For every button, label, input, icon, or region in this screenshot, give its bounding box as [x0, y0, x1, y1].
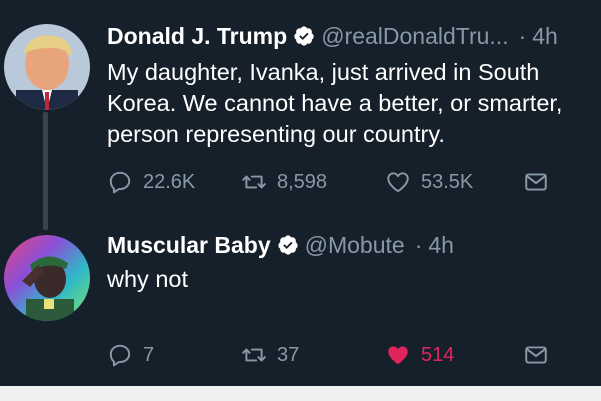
direct-message-icon — [525, 346, 547, 364]
verified-badge-icon — [293, 25, 315, 47]
reply-icon — [109, 344, 131, 367]
retweet-count: 8,598 — [277, 170, 328, 193]
tweet-actions: 22.6K 8,598 53.5K — [107, 168, 567, 196]
tweet-thread: Donald J. Trump @realDonaldTru... · 4h M… — [0, 0, 601, 386]
like-button[interactable]: 53.5K — [385, 168, 473, 196]
handle[interactable]: @realDonaldTru... — [321, 23, 508, 50]
direct-message-icon — [525, 173, 547, 191]
retweet-count: 37 — [277, 343, 300, 366]
tweet-text: why not — [107, 264, 188, 295]
retweet-icon — [242, 348, 266, 362]
direct-message-button[interactable] — [523, 168, 559, 196]
verified-badge-icon — [277, 234, 299, 256]
tweet-actions: 7 37 514 — [107, 341, 567, 369]
heart-icon — [387, 172, 409, 193]
reply-button[interactable]: 22.6K — [107, 168, 195, 196]
tweet-text-line: person representing our country. — [107, 121, 445, 147]
separator: · — [518, 22, 527, 49]
tweet-header: Muscular Baby @Mobute · 4h — [107, 231, 454, 259]
tweet-text: My daughter, Ivanka, just arrived in Sou… — [107, 57, 562, 150]
retweet-icon — [242, 175, 266, 189]
separator: · — [414, 231, 423, 258]
reply-icon — [109, 171, 131, 194]
retweet-button[interactable]: 37 — [241, 341, 299, 369]
thread-connector-line — [43, 112, 48, 230]
handle[interactable]: @Mobute — [305, 232, 405, 259]
timestamp[interactable]: 4h — [428, 232, 454, 259]
display-name[interactable]: Donald J. Trump — [107, 23, 287, 50]
tweet-text-line: why not — [107, 266, 188, 292]
reply-button[interactable]: 7 — [107, 341, 154, 369]
like-count: 53.5K — [421, 170, 474, 193]
reply-count: 22.6K — [143, 170, 196, 193]
like-count: 514 — [421, 343, 455, 366]
avatar[interactable] — [4, 24, 90, 110]
tweet-text-line: My daughter, Ivanka, just arrived in Sou… — [107, 59, 540, 85]
direct-message-button[interactable] — [523, 341, 559, 369]
avatar[interactable] — [4, 235, 90, 321]
timestamp[interactable]: 4h — [532, 23, 558, 50]
display-name[interactable]: Muscular Baby — [107, 232, 271, 259]
tweet-header: Donald J. Trump @realDonaldTru... · 4h — [107, 22, 558, 50]
retweet-button[interactable]: 8,598 — [241, 168, 327, 196]
like-button[interactable]: 514 — [385, 341, 454, 369]
reply-count: 7 — [143, 343, 155, 366]
tweet-text-line: Korea. We cannot have a better, or smart… — [107, 90, 563, 116]
heart-icon — [388, 346, 408, 365]
